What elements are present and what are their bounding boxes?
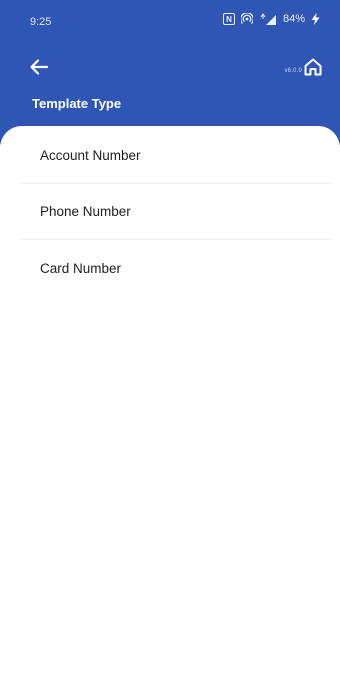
- template-type-list: Account Number Phone Number Card Number: [20, 128, 332, 296]
- signal-4g-icon: [259, 13, 277, 25]
- status-icons: N 84%: [222, 13, 320, 25]
- hotspot-icon: [240, 13, 253, 25]
- arrow-left-icon: [30, 59, 49, 75]
- app-version: v6.0.9: [284, 68, 302, 74]
- list-item-account-number[interactable]: Account Number: [20, 128, 332, 184]
- page-title: Template Type: [32, 96, 122, 111]
- status-bar: 9:25 N 84%: [0, 0, 340, 34]
- app-header: 9:25 N 84% v6.0.9 Template Type: [0, 0, 340, 145]
- home-icon: [304, 58, 322, 76]
- screen: 9:25 N 84% v6.0.9 Template Type Account …: [0, 0, 340, 696]
- status-time: 9:25: [30, 16, 52, 28]
- list-item-phone-number[interactable]: Phone Number: [20, 184, 332, 240]
- nfc-icon: N: [222, 13, 235, 25]
- list-item-card-number[interactable]: Card Number: [20, 240, 332, 296]
- back-button[interactable]: [28, 56, 50, 78]
- battery-percent: 84%: [282, 13, 305, 25]
- home-button[interactable]: [302, 56, 324, 78]
- charging-icon: [311, 13, 320, 25]
